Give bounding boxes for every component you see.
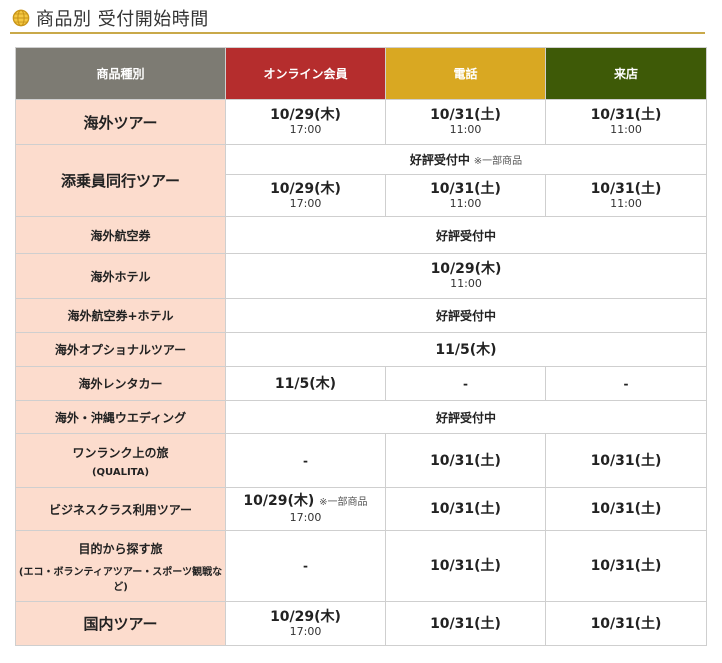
date-text: 10/31(土): [590, 615, 662, 632]
phone-cell: 10/31(土) 11:00: [385, 174, 546, 217]
merged-cell: 11/5(木): [225, 332, 707, 367]
notice-text: 好評受付中: [409, 153, 470, 167]
date-with-note: 10/29(木) ※一部商品: [226, 493, 385, 511]
header-store: 来店: [545, 47, 707, 100]
table-row: 海外航空券 好評受付中: [15, 216, 707, 254]
online-cell: 10/29(木) 17:00: [225, 174, 386, 217]
table-row: 目的から探す旅 (エコ・ボランティアツアー・スポーツ観戦など) - 10/31(…: [15, 530, 707, 602]
row-label: 添乗員同行ツアー: [15, 144, 226, 217]
online-cell: 11/5(木): [225, 366, 386, 401]
phone-cell: 10/31(土): [385, 601, 546, 646]
table-row: 海外ツアー 10/29(木) 17:00 10/31(土) 11:00 10/3…: [15, 99, 707, 145]
time-text: 11:00: [610, 196, 642, 210]
date-text: 11/5(木): [274, 375, 337, 392]
date-text: 10/29(木): [243, 493, 315, 509]
time-text: 17:00: [289, 511, 322, 524]
merged-cell: 好評受付中: [225, 216, 707, 254]
row-label-sub: (エコ・ボランティアツアー・スポーツ観戦など): [18, 566, 223, 593]
header-online: オンライン会員: [225, 47, 386, 100]
time-text: 17:00: [289, 123, 322, 136]
time-text: 17:00: [289, 624, 322, 638]
table-row: ビジネスクラス利用ツアー 10/29(木) ※一部商品 17:00 10/31(…: [15, 487, 707, 531]
row-label-main: ワンランク上の旅: [72, 445, 169, 460]
online-cell: 10/29(木) 17:00: [225, 99, 386, 145]
table-row: 海外航空券+ホテル 好評受付中: [15, 298, 707, 333]
date-text: 10/29(木): [270, 608, 341, 625]
online-cell: 10/29(木) 17:00: [225, 601, 386, 646]
date-text: 10/29(木): [270, 107, 341, 123]
online-cell: 10/29(木) ※一部商品 17:00: [225, 487, 386, 531]
date-text: 10/31(土): [590, 452, 662, 469]
table-row: 海外・沖縄ウエディング 好評受付中: [15, 400, 707, 434]
time-text: 11:00: [449, 196, 482, 210]
table-row: 海外オプショナルツアー 11/5(木): [15, 332, 707, 367]
row-label: ワンランク上の旅 (QUALITA): [15, 433, 226, 488]
date-text: 10/31(土): [430, 107, 501, 123]
date-text: 10/31(土): [430, 615, 501, 632]
row-label: 目的から探す旅 (エコ・ボランティアツアー・スポーツ観戦など): [15, 530, 226, 602]
store-cell: 10/31(土): [545, 433, 707, 488]
row-label: ビジネスクラス利用ツアー: [15, 487, 226, 531]
page-title: 商品別 受付開始時間: [36, 9, 209, 30]
notice-cell: 好評受付中 ※一部商品: [225, 144, 707, 175]
store-cell: 10/31(土): [545, 530, 707, 602]
header-phone: 電話: [385, 47, 546, 100]
section-title-bar: 商品別 受付開始時間: [10, 4, 705, 34]
time-text: 11:00: [449, 123, 482, 136]
phone-cell: 10/31(土): [385, 487, 546, 531]
date-text: 10/31(土): [590, 107, 662, 123]
table-header-row: 商品種別 オンライン会員 電話 来店: [15, 47, 707, 100]
time-text: 11:00: [450, 277, 482, 290]
note-text: ※一部商品: [473, 156, 523, 167]
row-label: 海外オプショナルツアー: [15, 332, 226, 367]
date-text: 10/31(土): [590, 558, 662, 574]
online-cell: -: [225, 530, 386, 602]
table-row: 海外レンタカー 11/5(木) - -: [15, 366, 707, 401]
note-text: ※一部商品: [319, 497, 368, 508]
date-text: 10/31(土): [430, 180, 501, 197]
table-row: ワンランク上の旅 (QUALITA) - 10/31(土) 10/31(土): [15, 433, 707, 488]
phone-cell: 10/31(土): [385, 530, 546, 602]
online-cell: -: [225, 433, 386, 488]
row-label: 海外航空券: [15, 216, 226, 254]
date-text: 10/31(土): [430, 452, 501, 469]
date-text: 10/29(木): [430, 261, 502, 277]
date-text: 10/31(土): [430, 558, 501, 574]
table-row: 国内ツアー 10/29(木) 17:00 10/31(土) 10/31(土): [15, 601, 707, 646]
store-cell: 10/31(土): [545, 601, 707, 646]
date-text: 10/31(土): [590, 180, 662, 197]
store-cell: 10/31(土): [545, 487, 707, 531]
header-category: 商品種別: [15, 47, 226, 100]
time-text: 11:00: [610, 123, 642, 136]
globe-icon: [12, 9, 30, 27]
row-label-sub: (QUALITA): [91, 466, 150, 478]
merged-cell: 10/29(木) 11:00: [225, 253, 707, 299]
merged-cell: 好評受付中: [225, 298, 707, 333]
table-row: 添乗員同行ツアー 好評受付中 ※一部商品: [15, 144, 707, 217]
table-row: 海外ホテル 10/29(木) 11:00: [15, 253, 707, 299]
store-cell: 10/31(土) 11:00: [545, 174, 707, 217]
merged-cell: 好評受付中: [225, 400, 707, 434]
phone-cell: 10/31(土) 11:00: [385, 99, 546, 145]
schedule-table: 商品種別 オンライン会員 電話 来店 海外ツアー 10/29(木) 17:00 …: [15, 47, 707, 646]
date-text: 10/31(土): [430, 501, 501, 517]
row-label-main: 目的から探す旅: [78, 541, 163, 556]
date-text: 10/29(木): [270, 180, 341, 197]
date-text: 10/31(土): [590, 501, 662, 517]
row-label: 国内ツアー: [15, 601, 226, 646]
time-text: 17:00: [289, 196, 322, 210]
row-label: 海外・沖縄ウエディング: [15, 400, 226, 434]
row-label: 海外ホテル: [15, 253, 226, 299]
store-cell: -: [545, 366, 707, 401]
phone-cell: 10/31(土): [385, 433, 546, 488]
date-text: 11/5(木): [435, 341, 497, 358]
store-cell: 10/31(土) 11:00: [545, 99, 707, 145]
row-label: 海外レンタカー: [15, 366, 226, 401]
row-label: 海外航空券+ホテル: [15, 298, 226, 333]
phone-cell: -: [385, 366, 546, 401]
row-label: 海外ツアー: [15, 99, 226, 145]
